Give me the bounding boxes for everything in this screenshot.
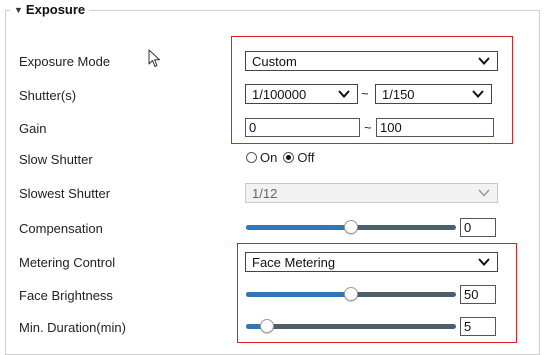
mouse-pointer-icon — [148, 49, 160, 67]
metering-control-label: Metering Control — [19, 255, 116, 270]
collapse-triangle-icon[interactable]: ▼ — [14, 5, 23, 15]
slow-shutter-radio-group: On Off — [246, 150, 314, 165]
chevron-down-icon — [478, 189, 490, 197]
shutter-min-select[interactable]: 1/100000 — [245, 84, 358, 104]
face-brightness-slider-thumb[interactable] — [344, 287, 358, 301]
compensation-input[interactable]: 0 — [460, 218, 496, 237]
shutter-label: Shutter(s) — [19, 88, 77, 103]
min-duration-input[interactable]: 5 — [460, 317, 496, 336]
shutter-range-separator: ~ — [361, 86, 369, 101]
slowest-shutter-value: 1/12 — [252, 185, 278, 201]
slow-shutter-on-label: On — [260, 150, 278, 165]
slow-shutter-off-radio[interactable] — [283, 152, 295, 163]
gain-min-input[interactable]: 0 — [245, 118, 360, 137]
exposure-mode-select[interactable]: Custom — [245, 51, 498, 71]
face-brightness-label: Face Brightness — [19, 288, 113, 303]
section-title: Exposure — [25, 2, 86, 17]
slow-shutter-label: Slow Shutter — [19, 152, 93, 167]
slow-shutter-on-radio[interactable] — [246, 152, 257, 163]
shutter-max-select[interactable]: 1/150 — [375, 84, 492, 104]
slow-shutter-off-label: Off — [297, 150, 315, 165]
shutter-min-value: 1/100000 — [252, 86, 307, 102]
min-duration-slider[interactable] — [246, 324, 456, 329]
shutter-max-value: 1/150 — [382, 86, 415, 102]
compensation-label: Compensation — [19, 221, 103, 236]
gain-max-input[interactable]: 100 — [376, 118, 494, 137]
min-duration-slider-thumb[interactable] — [260, 319, 274, 333]
exposure-mode-value: Custom — [252, 53, 297, 69]
section-header[interactable]: ▼ Exposure — [10, 2, 90, 17]
metering-control-select[interactable]: Face Metering — [245, 252, 498, 272]
slowest-shutter-select[interactable]: 1/12 — [245, 183, 498, 203]
compensation-slider-thumb[interactable] — [344, 220, 358, 234]
exposure-mode-label: Exposure Mode — [19, 54, 111, 69]
slowest-shutter-label: Slowest Shutter — [19, 186, 111, 201]
chevron-down-icon — [478, 258, 490, 266]
min-duration-label: Min. Duration(min) — [19, 320, 126, 335]
chevron-down-icon — [472, 90, 484, 98]
chevron-down-icon — [478, 57, 490, 65]
face-brightness-input[interactable]: 50 — [460, 285, 496, 304]
gain-range-separator: ~ — [364, 120, 372, 135]
gain-label: Gain — [19, 121, 47, 136]
chevron-down-icon — [338, 90, 350, 98]
metering-control-value: Face Metering — [252, 254, 336, 270]
